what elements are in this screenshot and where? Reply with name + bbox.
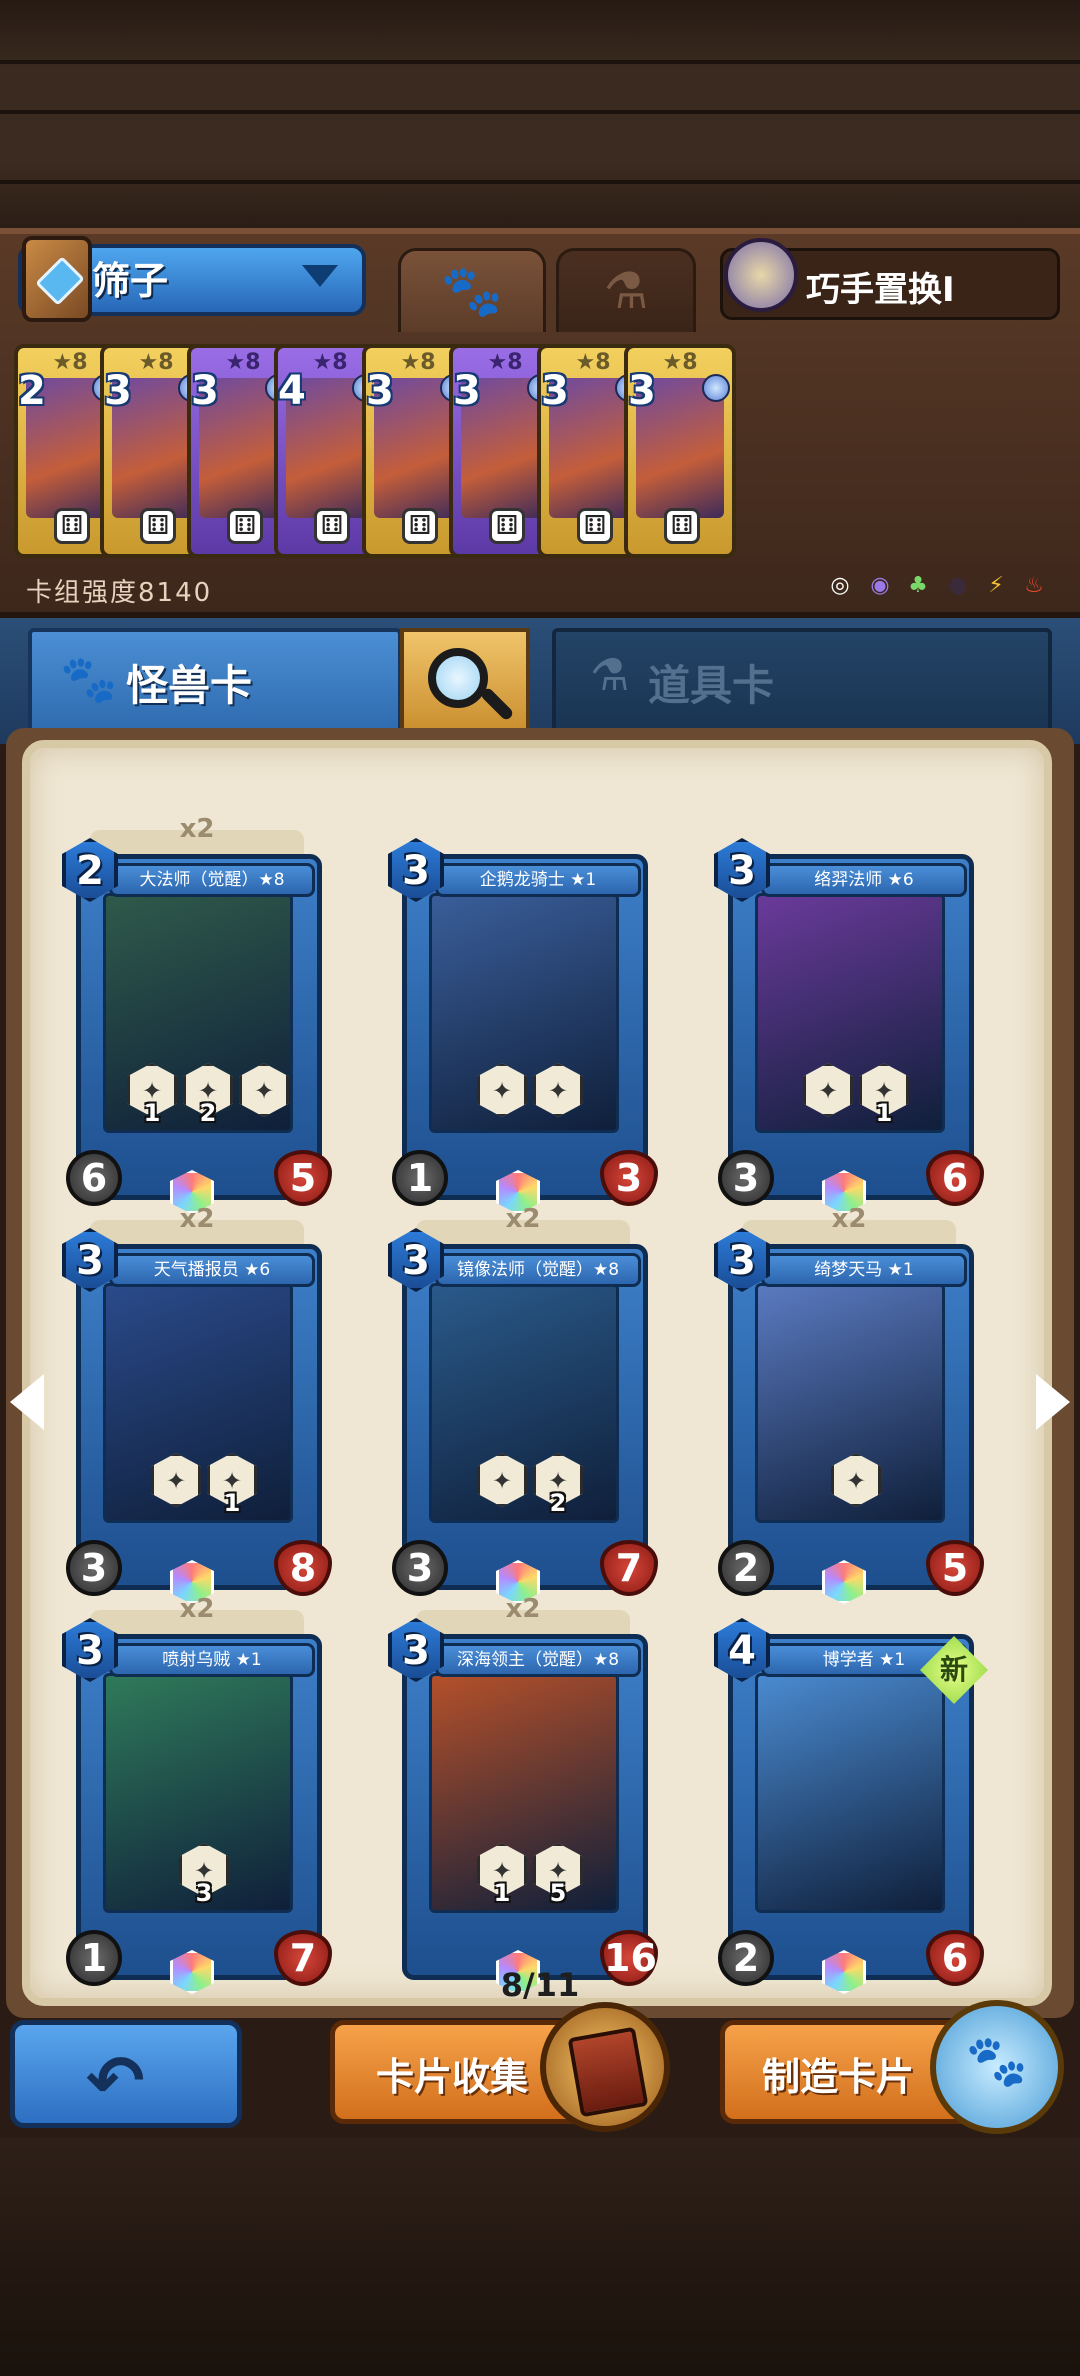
dice-icon: ⚅ (54, 508, 90, 544)
tab-item-deck[interactable]: ⚗ (556, 248, 696, 332)
back-arrow-icon: ↶ (86, 2040, 145, 2122)
card-attack: 2 (718, 1930, 774, 1986)
gem-icon (702, 374, 730, 402)
deck-strength: 卡组强度8140 (26, 578, 213, 608)
dice-icon: ⚅ (140, 508, 176, 544)
card-cost: 3 (541, 368, 569, 414)
potion-icon: ⚗ (590, 650, 630, 701)
leaf-icon: ♣ (908, 573, 928, 598)
dice-icon: ⚅ (664, 508, 700, 544)
search-icon (428, 648, 488, 708)
card-multiplier: x2 (179, 1204, 215, 1234)
skill-count: 2 (199, 1099, 217, 1127)
monster-card[interactable]: x2 喷射乌贼 ★1 ✦ 3 3 1 7 (62, 1594, 332, 1998)
paw-icon: 🐾 (60, 652, 118, 706)
monster-card[interactable]: x2 绮梦天马 ★1 ✦ 3 2 5 (714, 1204, 984, 1608)
card-name: 喷射乌贼 ★1 (109, 1643, 315, 1677)
tab-monster-deck[interactable]: 🐾 (398, 248, 546, 332)
prev-page-arrow-icon[interactable] (10, 1374, 44, 1430)
card-attack: 6 (66, 1150, 122, 1206)
skill-count: 1 (493, 1879, 511, 1907)
skill-count: 1 (143, 1099, 161, 1127)
card-name: 络羿法师 ★6 (761, 863, 967, 897)
deck-book-icon (22, 236, 92, 322)
card-attack: 3 (718, 1150, 774, 1206)
dice-icon: ⚅ (577, 508, 613, 544)
monster-card[interactable]: x2 大法师（觉醒）★8 ✦ 1 ✦ 2 ✦ 2 6 5 (62, 814, 332, 1218)
card-cost: 3 (191, 368, 219, 414)
paw-icon: 🐾 (440, 262, 504, 320)
skill-count: 1 (875, 1099, 893, 1127)
skill-count: 3 (195, 1879, 213, 1907)
monster-card[interactable]: 企鹅龙骑士 ★1 ✦ ✦ 3 1 3 (388, 838, 658, 1218)
card-attack: 2 (718, 1540, 774, 1596)
card-attack: 3 (392, 1540, 448, 1596)
next-page-arrow-icon[interactable] (1036, 1374, 1070, 1430)
skill-count: 5 (549, 1879, 567, 1907)
dice-icon: ⚅ (402, 508, 438, 544)
card-multiplier: x2 (831, 1204, 867, 1234)
tab-item-label: 道具卡 (648, 661, 775, 710)
card-cost: 3 (366, 368, 394, 414)
skill-count: 2 (549, 1489, 567, 1517)
card-cost: 3 (453, 368, 481, 414)
monster-card[interactable]: 博学者 ★1 4 2 6 新 (714, 1618, 988, 1998)
book-icon[interactable] (540, 2002, 670, 2132)
card-frame: 喷射乌贼 ★1 ✦ 3 (76, 1634, 322, 1980)
card-art (755, 1673, 945, 1913)
monster-card[interactable]: x2 深海领主（觉醒）★8 ✦ 1 ✦ 5 3 16 (388, 1594, 658, 1998)
lightning-icon: ⚡ (988, 573, 1004, 598)
card-health: 16 (600, 1930, 658, 1986)
card-cost: 4 (278, 368, 306, 414)
skill-label: 巧手置换I (806, 270, 955, 310)
card-multiplier: x2 (505, 1594, 541, 1624)
card-frame: 络羿法师 ★6 ✦ ✦ 1 (728, 854, 974, 1200)
deck-card[interactable]: ★8 3 ⚅ (624, 344, 736, 558)
card-attack: 3 (66, 1540, 122, 1596)
shadow-icon: ● (948, 573, 968, 598)
card-name: 绮梦天马 ★1 (761, 1253, 967, 1287)
craft-card-label: 制造卡片 (762, 2055, 915, 2099)
dice-icon: ⚅ (314, 508, 350, 544)
card-multiplier: x2 (179, 814, 215, 844)
card-collection-label: 卡片收集 (376, 2055, 529, 2099)
card-cost: 3 (628, 368, 656, 414)
card-frame: 企鹅龙骑士 ★1 ✦ ✦ (402, 854, 648, 1200)
top-wood-background (0, 0, 1080, 230)
card-name: 天气播报员 ★6 (109, 1253, 315, 1287)
card-frame: 镜像法师（觉醒）★8 ✦ ✦ 2 (402, 1244, 648, 1590)
bottom-wood-background (0, 2138, 1080, 2376)
spiral-icon: ◉ (870, 573, 890, 598)
potion-icon: ⚗ (603, 262, 649, 320)
skill-icon (724, 238, 798, 312)
card-name: 企鹅龙骑士 ★1 (435, 863, 641, 897)
tab-monster-label: 怪兽卡 (126, 661, 253, 710)
chevron-down-icon[interactable] (302, 265, 338, 287)
card-multiplier: x2 (179, 1594, 215, 1624)
card-frame: 大法师（觉醒）★8 ✦ 1 ✦ 2 ✦ (76, 854, 322, 1200)
card-attack: 1 (392, 1150, 448, 1206)
dice-icon: ⚅ (489, 508, 525, 544)
card-name: 镜像法师（觉醒）★8 (435, 1253, 641, 1287)
skill-count: 1 (223, 1489, 241, 1517)
card-cost: 3 (104, 368, 132, 414)
deck-name: 筛子 (92, 259, 169, 303)
page-indicator: 8/11 (500, 1966, 580, 2004)
monster-card[interactable]: x2 镜像法师（觉醒）★8 ✦ ✦ 2 3 3 7 (388, 1204, 658, 1608)
card-multiplier: x2 (505, 1204, 541, 1234)
card-attack: 1 (66, 1930, 122, 1986)
card-cost: 2 (18, 368, 46, 414)
monster-card[interactable]: x2 天气播报员 ★6 ✦ ✦ 1 3 3 8 (62, 1204, 332, 1608)
monster-card[interactable]: 络羿法师 ★6 ✦ ✦ 1 3 3 6 (714, 838, 984, 1218)
fire-icon: ♨ (1024, 573, 1044, 598)
card-frame: 天气播报员 ★6 ✦ ✦ 1 (76, 1244, 322, 1590)
paw-jar-icon[interactable]: 🐾 (930, 2000, 1064, 2134)
card-name: 深海领主（觉醒）★8 (435, 1643, 641, 1677)
card-frame: 绮梦天马 ★1 ✦ (728, 1244, 974, 1590)
card-name: 大法师（觉醒）★8 (109, 863, 315, 897)
target-icon: ◎ (830, 573, 850, 598)
dice-icon: ⚅ (227, 508, 263, 544)
card-frame: 深海领主（觉醒）★8 ✦ 1 ✦ 5 (402, 1634, 648, 1980)
